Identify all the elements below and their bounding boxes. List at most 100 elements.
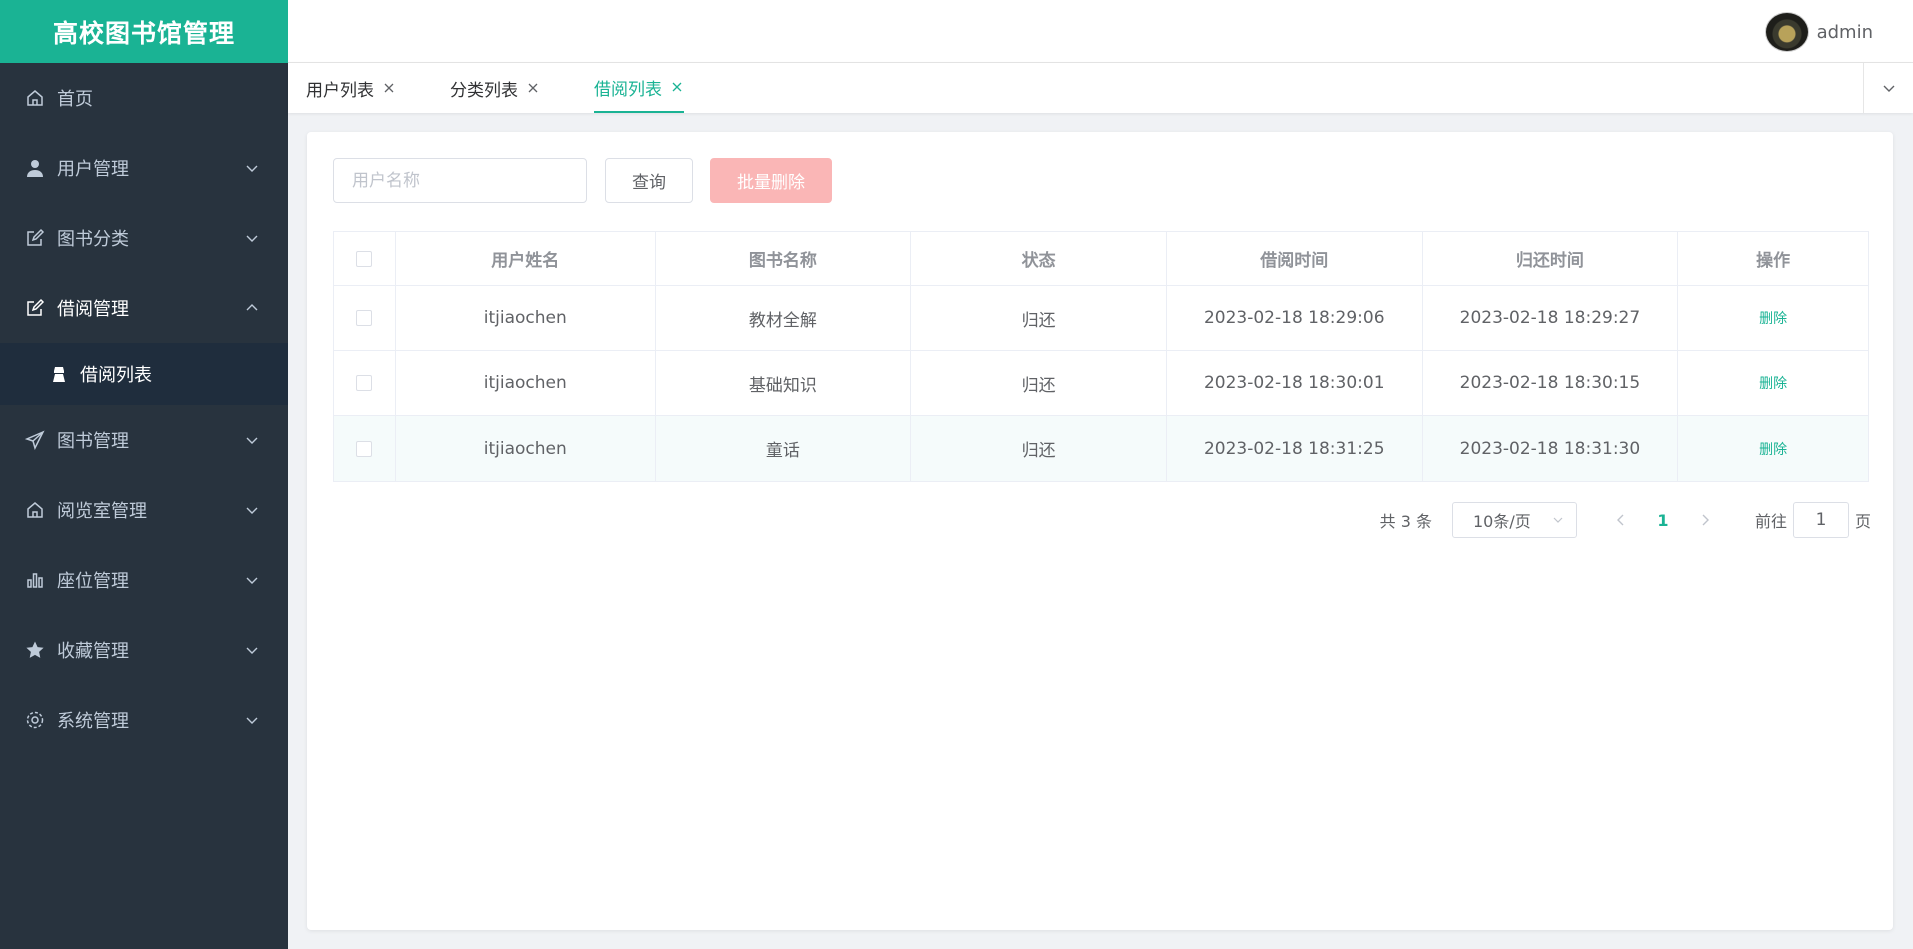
sidebar-item-label: 系统管理 [57, 711, 129, 732]
cell-return-time: 2023-02-18 18:31:30 [1423, 416, 1679, 481]
pagination: 共 3 条 10条/页 1 前往 页 [1380, 502, 1871, 538]
main-card: 查询 批量删除 用户姓名 图书名称 状态 借阅时间 归还时间 操作 itjiao… [307, 132, 1893, 930]
sidebar-subitem-borrow-list[interactable]: 借阅列表 [0, 343, 288, 405]
total-count: 共 3 条 [1379, 512, 1432, 531]
sidebar-item-label: 图书管理 [57, 431, 129, 452]
header-select [334, 232, 396, 285]
chevron-down-icon [246, 165, 258, 172]
sidebar-item-system[interactable]: 系统管理 [0, 685, 288, 755]
chevron-down-icon [246, 437, 258, 444]
chevron-down-icon [1883, 85, 1894, 92]
table-header: 用户姓名 图书名称 状态 借阅时间 归还时间 操作 [334, 232, 1868, 286]
cell-actions: 删除 [1678, 416, 1868, 481]
sidebar-item-users[interactable]: 用户管理 [0, 133, 288, 203]
cell-return-time: 2023-02-18 18:30:15 [1423, 351, 1679, 415]
sidebar-item-label: 用户管理 [57, 159, 129, 180]
username: admin [1816, 21, 1873, 43]
sidebar: 高校图书馆管理 首页 用户管理 图书分类 借阅管理 借阅列表 图书管理 阅览室管… [0, 0, 288, 949]
tab-label: 借阅列表 [594, 79, 662, 100]
cell-user: itjiaochen [396, 416, 656, 481]
cell-book: 教材全解 [656, 286, 912, 350]
row-checkbox[interactable] [356, 440, 373, 457]
borrow-table: 用户姓名 图书名称 状态 借阅时间 归还时间 操作 itjiaochen 教材全… [333, 231, 1869, 482]
cell-borrow-time: 2023-02-18 18:30:01 [1167, 351, 1423, 415]
page-size-select[interactable]: 10条/页 [1451, 502, 1577, 538]
close-icon[interactable] [382, 81, 396, 95]
row-select [334, 416, 396, 481]
borrow-submenu: 借阅列表 [0, 343, 288, 405]
cell-borrow-time: 2023-02-18 18:29:06 [1167, 286, 1423, 350]
query-button[interactable]: 查询 [605, 158, 693, 203]
cell-return-time: 2023-02-18 18:29:27 [1423, 286, 1679, 350]
tab-borrow-list[interactable]: 借阅列表 [594, 63, 684, 113]
tab-bar: 用户列表 分类列表 借阅列表 [288, 63, 1913, 113]
row-checkbox[interactable] [356, 375, 373, 391]
delete-link[interactable]: 删除 [1759, 373, 1787, 393]
star-icon [25, 640, 45, 660]
tab-label: 用户列表 [306, 80, 374, 101]
sidebar-item-label: 收藏管理 [57, 641, 129, 662]
row-select [334, 286, 396, 350]
batch-delete-button[interactable]: 批量删除 [710, 158, 832, 203]
sidebar-item-book-category[interactable]: 图书分类 [0, 203, 288, 273]
table-row: itjiaochen 教材全解 归还 2023-02-18 18:29:06 2… [334, 286, 1868, 351]
row-checkbox[interactable] [356, 310, 373, 326]
chevron-down-icon [246, 577, 258, 584]
top-header: admin [288, 0, 1913, 63]
close-icon[interactable] [670, 80, 684, 94]
chevron-up-icon [246, 304, 258, 311]
sidebar-item-borrow[interactable]: 借阅管理 [0, 273, 288, 343]
page-unit-label: 页 [1854, 512, 1871, 531]
sidebar-item-home[interactable]: 首页 [0, 63, 288, 133]
page-number-current[interactable]: 1 [1639, 511, 1687, 530]
user-menu[interactable]: admin [1764, 12, 1873, 52]
tab-category-list[interactable]: 分类列表 [450, 63, 540, 113]
app-title: 高校图书馆管理 [0, 0, 288, 63]
sidebar-item-reading-room[interactable]: 阅览室管理 [0, 475, 288, 545]
tab-user-list[interactable]: 用户列表 [306, 63, 396, 113]
goto-page: 前往 页 [1755, 502, 1871, 538]
sidebar-item-label: 图书分类 [57, 229, 129, 250]
cell-status: 归还 [911, 416, 1167, 481]
goto-page-input[interactable] [1792, 502, 1849, 538]
cell-user: itjiaochen [396, 351, 656, 415]
delete-link[interactable]: 删除 [1759, 308, 1787, 328]
cell-status: 归还 [911, 351, 1167, 415]
sidebar-item-favorites[interactable]: 收藏管理 [0, 615, 288, 685]
next-page-button[interactable] [1687, 502, 1723, 538]
sidebar-item-seats[interactable]: 座位管理 [0, 545, 288, 615]
table-row: itjiaochen 童话 归还 2023-02-18 18:31:25 202… [334, 416, 1868, 481]
cell-actions: 删除 [1678, 286, 1868, 350]
chevron-down-icon [246, 717, 258, 724]
search-input[interactable] [333, 158, 587, 203]
column-header: 用户姓名 [396, 232, 656, 285]
delete-link[interactable]: 删除 [1759, 439, 1787, 459]
sidebar-item-label: 阅览室管理 [57, 501, 147, 522]
column-header: 图书名称 [656, 232, 912, 285]
user-icon [25, 158, 45, 178]
chevron-down-icon [1553, 517, 1563, 523]
cell-book: 基础知识 [656, 351, 912, 415]
column-header: 归还时间 [1423, 232, 1679, 285]
tabs-dropdown-button[interactable] [1863, 63, 1913, 113]
chevron-down-icon [246, 507, 258, 514]
sidebar-item-label: 首页 [57, 89, 93, 110]
home-icon [25, 88, 45, 108]
cell-book: 童话 [656, 416, 912, 481]
page-size-value: 10条/页 [1472, 512, 1531, 531]
column-header: 状态 [911, 232, 1167, 285]
close-icon[interactable] [526, 81, 540, 95]
chevron-right-icon [1702, 514, 1709, 526]
sidebar-item-books[interactable]: 图书管理 [0, 405, 288, 475]
cell-borrow-time: 2023-02-18 18:31:25 [1167, 416, 1423, 481]
select-all-checkbox[interactable] [356, 250, 373, 267]
goto-label: 前往 [1754, 512, 1787, 531]
home-icon [25, 500, 45, 520]
cell-user: itjiaochen [396, 286, 656, 350]
prev-page-button[interactable] [1603, 502, 1639, 538]
chevron-down-icon [246, 235, 258, 242]
column-header: 操作 [1756, 251, 1791, 271]
cell-actions: 删除 [1678, 351, 1868, 415]
edit-icon [25, 228, 45, 248]
bar-chart-icon [25, 570, 45, 590]
